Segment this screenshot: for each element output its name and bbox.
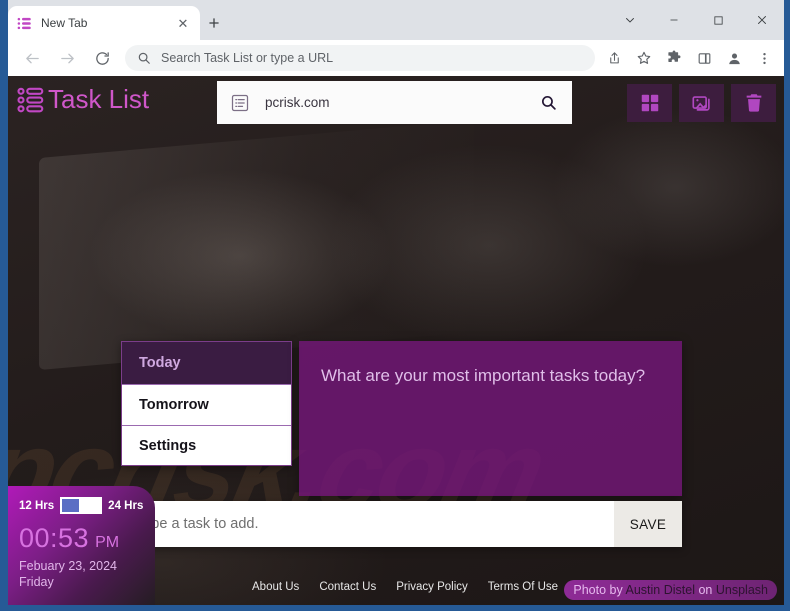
close-button[interactable] <box>740 0 784 40</box>
grid-icon[interactable] <box>627 84 672 122</box>
footer-link-terms-of-use[interactable]: Terms Of Use <box>488 581 558 593</box>
close-icon[interactable]: ✕ <box>175 15 191 31</box>
search-icon <box>137 51 151 65</box>
kebab-menu-icon[interactable] <box>751 45 777 71</box>
clock-widget: 12 Hrs 24 Hrs 00:53 PM Febuary 23, 2024 … <box>8 486 155 605</box>
footer-link-contact-us[interactable]: Contact Us <box>319 581 376 593</box>
menu-item-today[interactable]: Today <box>122 342 291 384</box>
task-input[interactable] <box>121 501 614 547</box>
prompt-text: What are your most important tasks today… <box>321 366 646 385</box>
app-header: Task List pcrisk.com <box>8 76 784 134</box>
app-search-value: pcrisk.com <box>265 95 330 110</box>
maximize-button[interactable] <box>696 0 740 40</box>
omnibox-placeholder: Search Task List or type a URL <box>161 51 334 65</box>
clock-time: 00:53 PM <box>19 523 145 554</box>
page-title: Task List <box>48 84 150 114</box>
forward-button[interactable] <box>52 43 82 73</box>
trash-icon[interactable] <box>731 84 776 122</box>
puzzle-icon[interactable] <box>661 45 687 71</box>
clock-meridiem: PM <box>95 534 120 551</box>
list-icon <box>230 93 250 113</box>
image-icon[interactable] <box>679 84 724 122</box>
credit-source[interactable]: Unsplash <box>716 583 768 597</box>
task-menu-card: Today Tomorrow Settings <box>121 341 292 466</box>
footer-link-about-us[interactable]: About Us <box>252 581 299 593</box>
web-page: pcrisk.com Task List pcrisk.com Today To… <box>8 76 784 605</box>
side-panel-icon[interactable] <box>691 45 717 71</box>
browser-toolbar: Search Task List or type a URL <box>8 40 784 76</box>
menu-item-settings[interactable]: Settings <box>122 425 291 467</box>
label-24-hrs: 24 Hrs <box>108 499 144 512</box>
tab-strip: New Tab ✕ <box>0 0 790 40</box>
clock-weekday: Friday <box>19 575 54 589</box>
toggle-knob <box>62 499 80 512</box>
app-search-bar[interactable]: pcrisk.com <box>217 81 572 124</box>
new-tab-button[interactable] <box>203 12 225 34</box>
menu-item-tomorrow[interactable]: Tomorrow <box>122 383 291 426</box>
back-button[interactable] <box>17 43 47 73</box>
add-task-row: SAVE <box>121 501 682 547</box>
footer-link-privacy-policy[interactable]: Privacy Policy <box>396 581 468 593</box>
search-icon[interactable] <box>540 94 557 111</box>
browser-tab[interactable]: New Tab ✕ <box>8 6 200 40</box>
credit-middle: on <box>698 583 713 597</box>
footer-links: About Us Contact Us Privacy Policy Terms… <box>252 581 558 593</box>
menu-item-label: Settings <box>139 438 197 455</box>
photo-credit: Photo by Austin Distel on Unsplash <box>564 580 777 600</box>
tab-title: New Tab <box>41 16 88 30</box>
tab-search-button[interactable] <box>608 0 652 40</box>
hour-format-toggle[interactable] <box>60 497 103 514</box>
task-list-icon <box>16 85 46 115</box>
label-12-hrs: 12 Hrs <box>19 499 55 512</box>
prompt-card: What are your most important tasks today… <box>299 341 682 496</box>
credit-prefix: Photo by <box>573 583 623 597</box>
tab-strip-left-edge <box>0 0 8 40</box>
app-actions <box>627 84 776 122</box>
minimize-button[interactable] <box>652 0 696 40</box>
share-icon[interactable] <box>601 45 627 71</box>
clock-hours-minutes: 00:53 <box>19 523 90 553</box>
clock-date: Febuary 23, 2024 <box>19 559 117 573</box>
reload-button[interactable] <box>87 43 117 73</box>
task-list-icon <box>17 16 32 31</box>
window-controls <box>608 0 784 40</box>
person-icon[interactable] <box>721 45 747 71</box>
menu-item-label: Tomorrow <box>139 396 209 413</box>
star-icon[interactable] <box>631 45 657 71</box>
browser-window: New Tab ✕ Search Task List or type a URL… <box>0 0 790 611</box>
save-button[interactable]: SAVE <box>614 501 682 547</box>
tab-strip-right-edge <box>784 0 790 40</box>
credit-author[interactable]: Austin Distel <box>626 583 695 597</box>
brand: Task List <box>16 84 149 115</box>
menu-item-label: Today <box>139 354 181 371</box>
omnibox[interactable]: Search Task List or type a URL <box>125 45 595 71</box>
hour-format-toggle-row: 12 Hrs 24 Hrs <box>19 497 145 514</box>
